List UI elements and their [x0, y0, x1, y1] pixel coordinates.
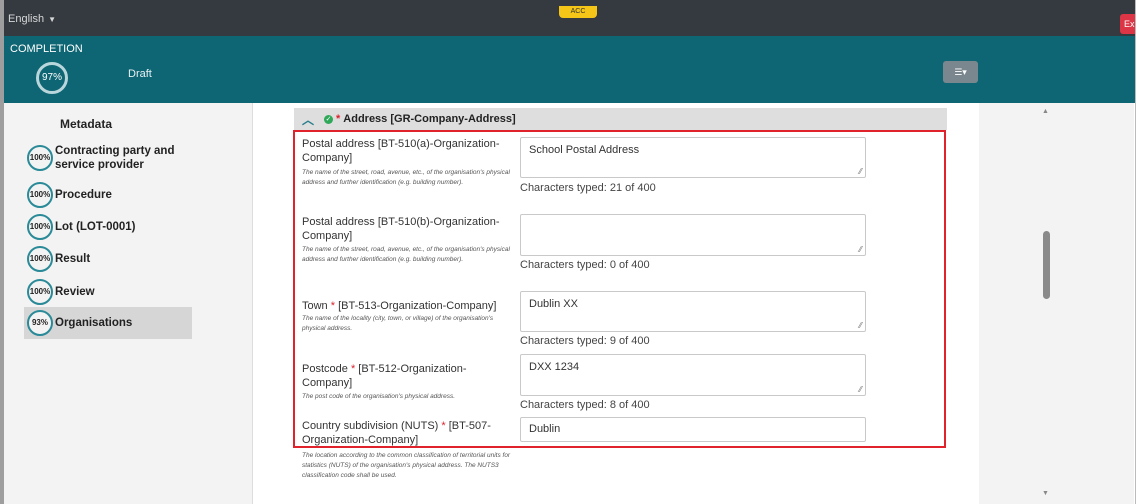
progress-circle: 100% [27, 279, 53, 305]
progress-circle: 93% [27, 310, 53, 336]
sidebar-item-label: Review [55, 286, 95, 298]
resize-handle-icon[interactable]: ⁄⁄ [859, 385, 862, 394]
progress-circle: 100% [27, 145, 53, 171]
country-subdivision-label: Country subdivision (NUTS) * [BT-507-Org… [302, 419, 512, 447]
postal-address-b-label: Postal address [BT-510(b)-Organization-C… [302, 216, 500, 242]
completion-label: COMPLETION [10, 43, 83, 55]
sidebar-title: Metadata [60, 117, 113, 131]
required-marker: * [441, 420, 446, 432]
town-input[interactable]: Dublin XX ⁄⁄ [520, 291, 866, 332]
app-frame: English▼ ACC Exit COMPLETION 97% Draft ☰… [0, 0, 1136, 504]
sidebar-item-result[interactable]: 100% Result [24, 243, 192, 275]
sidebar-item-organisations[interactable]: 93% Organisations [24, 307, 192, 339]
sidebar-item-procedure[interactable]: 100% Procedure [24, 179, 192, 211]
sidebar-item-contracting-party[interactable]: 100% Contracting party and service provi… [24, 140, 192, 176]
field-label-text: Postcode [302, 363, 348, 375]
input-value: DXX 1234 [529, 361, 580, 373]
field-label-code: [BT-513-Organization-Company] [338, 300, 497, 312]
postal-address-a-description: The name of the street, road, avenue, et… [302, 169, 510, 186]
progress-circle: 100% [27, 214, 53, 240]
settings-dropdown-button[interactable]: ☰▾ [943, 61, 978, 83]
char-counter: Characters typed: 8 of 400 [520, 399, 650, 411]
chevron-up-icon[interactable]: ︿ [302, 111, 316, 128]
postcode-label: Postcode * [BT-512-Organization-Company] [302, 362, 512, 390]
required-marker: * [350, 363, 356, 375]
postcode-input[interactable]: DXX 1234 ⁄⁄ [520, 354, 866, 396]
environment-badge: ACC [559, 6, 597, 18]
sidebar-item-lot[interactable]: 100% Lot (LOT-0001) [24, 211, 192, 243]
input-value: Dublin XX [529, 298, 578, 310]
field-label-text: Town [302, 300, 328, 312]
sidebar-item-label: Procedure [55, 189, 112, 201]
language-label: English [8, 13, 45, 25]
resize-handle-icon[interactable]: ⁄⁄ [859, 321, 862, 330]
right-gutter [979, 103, 1134, 504]
completion-bar: COMPLETION 97% Draft ☰▾ [4, 36, 1135, 103]
char-counter: Characters typed: 21 of 400 [520, 182, 656, 194]
input-value: Dublin [529, 423, 561, 435]
town-description: The name of the locality (city, town, or… [302, 315, 494, 332]
progress-circle: 100% [27, 246, 53, 272]
postal-address-b-description: The name of the street, road, avenue, et… [302, 246, 510, 263]
caret-down-icon: ▼ [48, 15, 56, 24]
section-title: Address [GR-Company-Address] [343, 113, 516, 125]
country-subdivision-input[interactable]: Dublin [520, 417, 866, 442]
sidebar-item-label: Organisations [55, 317, 133, 329]
field-label-text: Country subdivision (NUTS) [302, 420, 439, 432]
postal-address-b-input[interactable]: ⁄⁄ [520, 214, 866, 256]
required-marker: * [330, 300, 336, 312]
resize-handle-icon[interactable]: ⁄⁄ [859, 167, 862, 176]
country-subdivision-description: The location according to the common cla… [302, 452, 511, 479]
exit-button[interactable]: Exit [1120, 14, 1135, 34]
postal-address-a-label: Postal address [BT-510(a)-Organization-C… [302, 138, 500, 164]
postcode-description: The post code of the organisation's phys… [302, 393, 455, 400]
sidebar-item-label: Lot (LOT-0001) [55, 221, 136, 233]
address-section-header[interactable]: ︿ ✓ * Address [GR-Company-Address] [294, 108, 947, 130]
char-counter: Characters typed: 0 of 400 [520, 259, 650, 271]
status-label: Draft [128, 68, 152, 80]
required-marker: * [336, 113, 341, 125]
char-counter: Characters typed: 9 of 400 [520, 335, 650, 347]
check-circle-icon: ✓ [324, 114, 333, 124]
sliders-icon: ☰▾ [954, 67, 967, 77]
sidebar-item-label: Contracting party and service provider [55, 145, 175, 171]
postal-address-a-input[interactable]: School Postal Address ⁄⁄ [520, 137, 866, 178]
scroll-up-icon[interactable]: ▲ [1042, 108, 1049, 115]
sidebar-item-review[interactable]: 100% Review [24, 276, 192, 308]
language-selector[interactable]: English ▼ [8, 13, 56, 25]
resize-handle-icon[interactable]: ⁄⁄ [859, 245, 862, 254]
progress-circle: 100% [27, 182, 53, 208]
completion-percent-circle: 97% [36, 62, 68, 94]
town-label: Town * [BT-513-Organization-Company] [302, 299, 512, 313]
top-bar: English▼ ACC Exit [4, 0, 1135, 36]
scrollbar-thumb[interactable] [1043, 231, 1050, 299]
scroll-down-icon[interactable]: ▼ [1042, 490, 1049, 497]
sidebar-item-label: Result [55, 253, 91, 265]
input-value: School Postal Address [529, 144, 640, 156]
sidebar: Metadata 100% Contracting party and serv… [4, 103, 253, 504]
